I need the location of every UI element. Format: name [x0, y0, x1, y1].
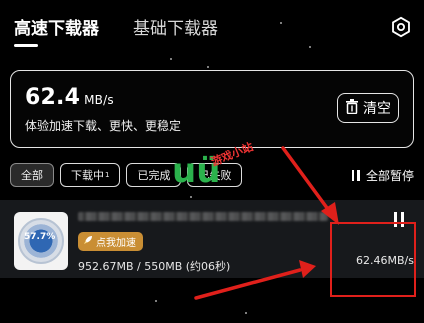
- clear-button[interactable]: 清空: [337, 93, 399, 123]
- active-tab-indicator: [14, 44, 38, 47]
- filter-label: 全部: [21, 169, 43, 182]
- star-decoration: [207, 66, 209, 68]
- pause-all-label: 全部暂停: [365, 169, 414, 183]
- filter-all[interactable]: 全部: [10, 163, 54, 187]
- pause-icon: [351, 170, 360, 181]
- star-decoration: [245, 312, 247, 314]
- clear-label: 清空: [363, 101, 391, 117]
- current-speed: 62.4 MB/s: [25, 85, 114, 110]
- downloading-count-badge: 1: [105, 171, 110, 179]
- rocket-icon: [83, 235, 93, 248]
- download-size-text: 952.67MB / 550MB (约06秒): [78, 260, 231, 273]
- tab-high-speed[interactable]: 高速下载器: [14, 18, 99, 40]
- filter-label: 下载中: [71, 169, 104, 182]
- filter-downloading[interactable]: 下载中 1: [60, 163, 121, 187]
- blurred-file-name: [78, 212, 328, 221]
- pause-all-button[interactable]: 全部暂停: [351, 167, 414, 184]
- thumbnail-text: 57.7%: [24, 232, 56, 242]
- downloader-tabs: 高速下载器 基础下载器: [14, 18, 218, 40]
- app-thumbnail: 57.7%: [14, 212, 68, 270]
- tab-basic[interactable]: 基础下载器: [133, 18, 218, 40]
- speed-highlight-box: [330, 222, 416, 297]
- trash-icon: [345, 98, 359, 118]
- boost-label: 点我加速: [96, 238, 136, 249]
- speed-description: 体验加速下载、更快、更稳定: [25, 119, 182, 133]
- speed-card: 62.4 MB/s 体验加速下载、更快、更稳定 清空: [10, 70, 414, 148]
- boost-button[interactable]: 点我加速: [78, 232, 143, 251]
- speed-number: 62.4: [25, 85, 81, 110]
- star-decoration: [280, 22, 282, 24]
- star-decoration: [309, 46, 311, 48]
- gear-icon[interactable]: [390, 16, 412, 38]
- filter-label: 已完成: [137, 169, 171, 182]
- star-decoration: [190, 196, 192, 198]
- watermark: uü 游戏小站: [170, 140, 290, 191]
- star-decoration: [170, 58, 172, 60]
- star-decoration: [155, 300, 157, 302]
- speed-unit: MB/s: [84, 93, 114, 107]
